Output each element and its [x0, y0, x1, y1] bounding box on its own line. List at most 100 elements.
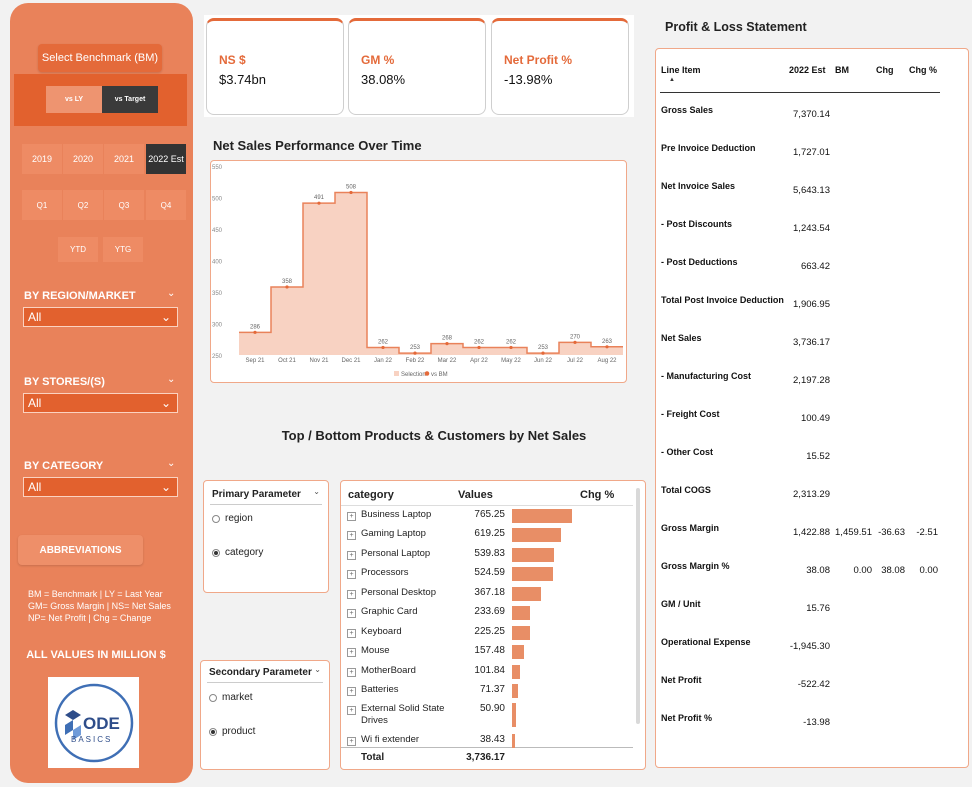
secondary-parameter-slicer[interactable]: Secondary Parameter ⌄ market product [200, 660, 330, 770]
radio-off-icon [212, 514, 220, 523]
category-value: 233.69 [474, 606, 505, 617]
expand-icon[interactable]: + [347, 706, 356, 715]
category-value: 157.48 [474, 645, 505, 656]
data-label: 262 [378, 339, 389, 345]
year-2020-button[interactable]: 2020 [63, 144, 103, 174]
pl-row: Total Post Invoice Deduction 1,906.95 [656, 295, 970, 315]
abbreviations-button[interactable]: ABBREVIATIONS [18, 535, 143, 565]
bm-point [477, 345, 481, 350]
table-row[interactable]: + External Solid State Drives 50.90 [341, 703, 631, 727]
table-row[interactable]: + Batteries 71.37 [341, 684, 631, 702]
category-filter-label: BY CATEGORY [24, 460, 104, 472]
category-scrollbar[interactable] [636, 488, 640, 724]
expand-icon[interactable]: + [347, 668, 356, 677]
pl-chg-value: -36.63 [878, 527, 905, 538]
expand-icon[interactable]: + [347, 737, 356, 746]
column-header-chg-pct[interactable]: Chg % [909, 65, 937, 75]
quarter-q2-button[interactable]: Q2 [63, 190, 103, 220]
abbreviation-line: GM= Gross Margin | NS= Net Sales [28, 601, 171, 611]
y-tick-label: 400 [212, 260, 223, 266]
sort-ascending-icon[interactable]: ▲ [669, 77, 675, 83]
radio-region[interactable]: region [212, 513, 253, 524]
ytg-button[interactable]: YTG [103, 237, 143, 262]
kpi-value: $3.74bn [219, 72, 266, 87]
net-sales-chart-svg: 250 300 350 400 450 500 550 286 Sep 21 358 Oct 21 4… [212, 165, 623, 378]
expand-icon[interactable]: + [347, 531, 356, 540]
chevron-down-icon[interactable]: ⌄ [167, 288, 175, 299]
pl-row: Gross Margin % 38.08 0.00 38.08 0.00 [656, 561, 970, 581]
column-header-chg[interactable]: Chg % [580, 489, 614, 501]
divider [210, 504, 322, 505]
expand-icon[interactable]: + [347, 629, 356, 638]
table-row[interactable]: + Gaming Laptop 619.25 [341, 528, 631, 546]
pl-line-item: - Post Deductions [661, 257, 738, 267]
chart-title: Net Sales Performance Over Time [213, 138, 422, 153]
select-benchmark-button[interactable]: Select Benchmark (BM) [38, 44, 162, 72]
quarter-q1-button[interactable]: Q1 [22, 190, 62, 220]
quarter-q4-button[interactable]: Q4 [146, 190, 186, 220]
pl-line-item: Net Sales [661, 333, 702, 343]
pl-est-value: 663.42 [800, 261, 830, 272]
table-row[interactable]: + Personal Desktop 367.18 [341, 587, 631, 605]
y-tick-label: 300 [212, 323, 223, 329]
bm-point [445, 342, 449, 346]
pl-line-item: Gross Margin [661, 523, 720, 533]
ytd-button[interactable]: YTD [58, 237, 98, 262]
expand-icon[interactable]: + [347, 648, 356, 657]
value-bar [512, 626, 530, 640]
expand-icon[interactable]: + [347, 609, 356, 618]
expand-icon[interactable]: + [347, 551, 356, 560]
pl-line-item: - Other Cost [661, 447, 714, 457]
radio-label: region [225, 513, 253, 524]
category-name: Keyboard [361, 626, 402, 637]
expand-icon[interactable]: + [347, 687, 356, 696]
column-header-line-item[interactable]: Line Item [661, 65, 701, 75]
radio-category[interactable]: category [212, 547, 263, 558]
year-2019-button[interactable]: 2019 [22, 144, 62, 174]
net-sales-chart[interactable]: 250 300 350 400 450 500 550 286 Sep 21 358 Oct 21 4… [210, 160, 627, 383]
column-header-bm[interactable]: BM [835, 65, 849, 75]
expand-icon[interactable]: + [347, 570, 356, 579]
expand-icon[interactable]: + [347, 590, 356, 599]
year-2021-button[interactable]: 2021 [104, 144, 144, 174]
primary-parameter-slicer[interactable]: Primary Parameter ⌄ region category [203, 480, 329, 593]
stores-filter-select[interactable]: All ⌄ [23, 393, 178, 413]
category-name: Mouse [361, 645, 390, 656]
value-bar [512, 703, 516, 727]
pl-row: Gross Sales 7,370.14 [656, 105, 970, 125]
chevron-down-icon: ⌄ [160, 480, 171, 494]
category-matrix[interactable]: category Values Chg % Total 3,736.17 + Bu… [340, 480, 646, 770]
codebasics-logo: ODE BASICS [48, 677, 139, 768]
primary-parameter-title: Primary Parameter [212, 489, 301, 500]
vs-target-toggle[interactable]: vs Target [102, 86, 158, 113]
region-filter-select[interactable]: All ⌄ [23, 307, 178, 327]
table-row[interactable]: + Graphic Card 233.69 [341, 606, 631, 624]
column-header-2022-est[interactable]: 2022 Est [789, 65, 826, 75]
table-row[interactable]: + Business Laptop 765.25 [341, 509, 631, 527]
expand-icon[interactable]: + [347, 512, 356, 521]
column-header-chg[interactable]: Chg [876, 65, 894, 75]
chevron-down-icon[interactable]: ⌄ [313, 487, 320, 496]
table-row[interactable]: + Keyboard 225.25 [341, 626, 631, 644]
data-label: 253 [410, 345, 421, 351]
table-row[interactable]: + Mouse 157.48 [341, 645, 631, 663]
column-header-category[interactable]: category [348, 489, 394, 501]
table-row[interactable]: + Personal Laptop 539.83 [341, 548, 631, 566]
vs-ly-toggle[interactable]: vs LY [46, 86, 102, 113]
chevron-down-icon[interactable]: ⌄ [314, 665, 321, 674]
category-filter-select[interactable]: All ⌄ [23, 477, 178, 497]
kpi-value: 38.08% [361, 72, 406, 87]
table-row[interactable]: + Processors 524.59 [341, 567, 631, 585]
chevron-down-icon[interactable]: ⌄ [167, 458, 175, 469]
table-row[interactable]: + MotherBoard 101.84 [341, 665, 631, 683]
pl-row: Total COGS 2,313.29 [656, 485, 970, 505]
x-tick-label: May 22 [501, 358, 521, 364]
quarter-q3-button[interactable]: Q3 [104, 190, 144, 220]
radio-market[interactable]: market [209, 692, 253, 703]
chevron-down-icon[interactable]: ⌄ [167, 374, 175, 385]
column-header-values[interactable]: Values [458, 489, 493, 501]
radio-product[interactable]: product [209, 726, 255, 737]
year-2022-est-button[interactable]: 2022 Est [146, 144, 186, 174]
table-row[interactable]: + Wi fi extender 38.43 [341, 734, 631, 752]
category-value: 50.90 [479, 703, 505, 714]
